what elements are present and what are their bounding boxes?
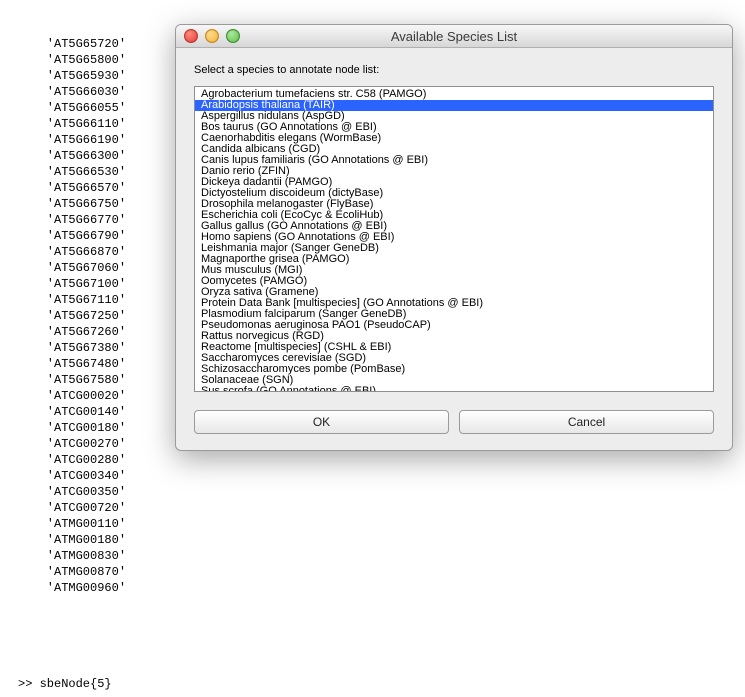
gene-id-line: 'ATCG00340' [18, 468, 745, 484]
gene-id-line: 'ATCG00720' [18, 500, 745, 516]
minimize-icon[interactable] [205, 29, 219, 43]
species-option[interactable]: Sus scrofa (GO Annotations @ EBI) [195, 386, 713, 392]
ok-button[interactable]: OK [194, 410, 449, 434]
gene-id-line: 'ATMG00870' [18, 564, 745, 580]
dialog-prompt: Select a species to annotate node list: [194, 64, 714, 76]
gene-id-line: 'ATCG00280' [18, 452, 745, 468]
species-dialog: Available Species List Select a species … [175, 24, 733, 451]
close-icon[interactable] [184, 29, 198, 43]
gene-id-line: 'ATMG00180' [18, 532, 745, 548]
zoom-icon[interactable] [226, 29, 240, 43]
console-command: >> sbeNode{5} [18, 676, 745, 692]
species-listbox[interactable]: Agrobacterium tumefaciens str. C58 (PAMG… [194, 86, 714, 392]
dialog-title: Available Species List [391, 29, 517, 44]
gene-id-line: 'ATCG00350' [18, 484, 745, 500]
dialog-titlebar: Available Species List [176, 25, 732, 48]
gene-id-line: 'ATMG00110' [18, 516, 745, 532]
gene-id-line: 'ATMG00830' [18, 548, 745, 564]
gene-id-line: 'ATMG00960' [18, 580, 745, 596]
cancel-button[interactable]: Cancel [459, 410, 714, 434]
window-controls [184, 29, 240, 43]
